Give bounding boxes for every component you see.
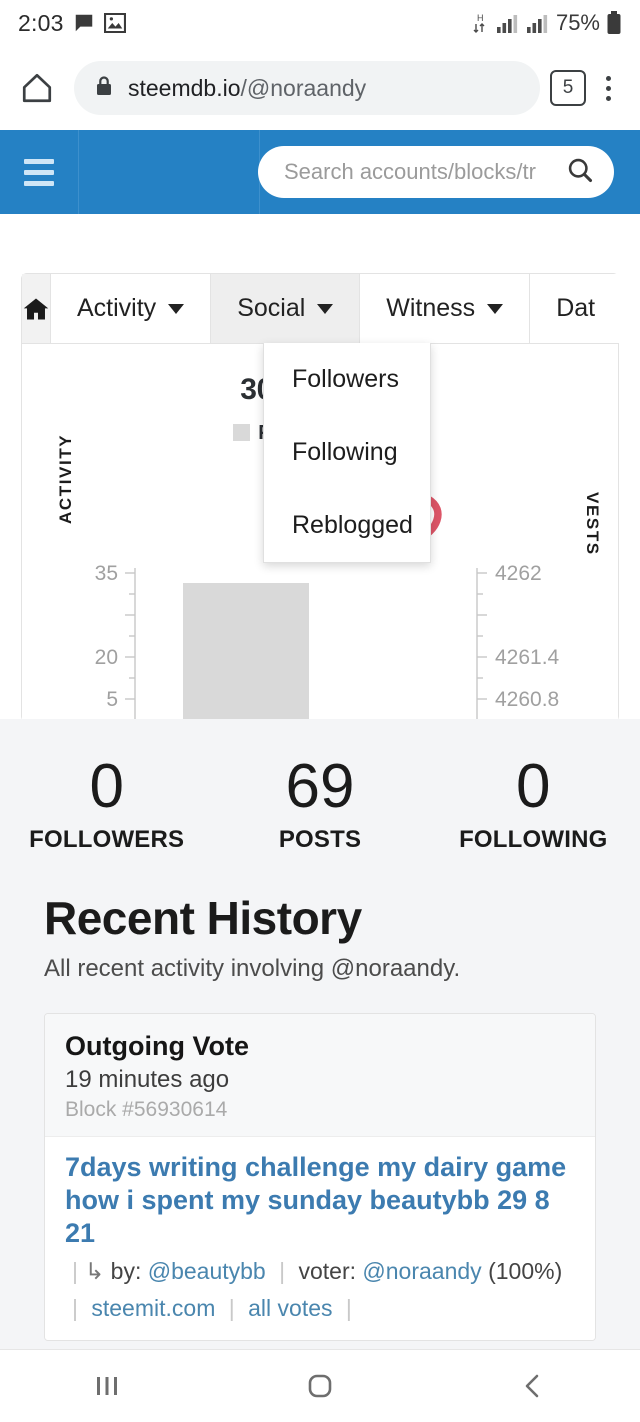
phone-screen: 2:03 H 75% steemdb.io/@noraandy 5 Search… [0, 0, 640, 1422]
history-entry-body: 7days writing challenge my dairy game ho… [45, 1137, 595, 1340]
status-clock: 2:03 [18, 9, 64, 36]
meta-divider: | [72, 1257, 78, 1284]
ytick-35: 35 [95, 562, 118, 585]
stat-following: 0 FOLLOWING [427, 756, 640, 854]
android-nav-bar [0, 1349, 640, 1422]
stat-followers: 0 FOLLOWERS [0, 756, 213, 854]
dropdown-item-followers[interactable]: Followers [264, 343, 430, 416]
home-icon[interactable] [14, 65, 60, 111]
steemit-link[interactable]: steemit.com [91, 1295, 215, 1321]
search-input[interactable]: Search accounts/blocks/tr [284, 159, 556, 185]
all-votes-link[interactable]: all votes [248, 1295, 332, 1321]
profile-tabs: Activity Social Witness Dat [22, 274, 622, 344]
ytick-20: 20 [95, 646, 118, 669]
ytick-5: 5 [106, 688, 118, 711]
meta-divider-2: | [279, 1257, 286, 1284]
chevron-down-icon [168, 303, 185, 314]
y-axis-title: ACTIVITY [56, 433, 75, 524]
meta-divider-5: | [345, 1294, 352, 1321]
history-entry-meta-1: | ↳ by: @beautybb | voter: @noraandy (100… [65, 1256, 575, 1287]
history-entry-post-link[interactable]: 7days writing challenge my dairy game ho… [65, 1151, 575, 1250]
image-icon [103, 13, 126, 33]
url-path: /@noraandy [240, 74, 367, 101]
address-bar[interactable]: steemdb.io/@noraandy [74, 61, 540, 115]
page-body: Activity Social Witness Dat 30-day a [0, 214, 640, 1349]
tab-witness-label: Witness [386, 294, 476, 322]
tab-home[interactable] [22, 274, 51, 343]
tab-witness[interactable]: Witness [360, 274, 531, 343]
status-bar-left: 2:03 [18, 10, 126, 37]
url-text: steemdb.io/@noraandy [128, 75, 366, 102]
history-entry-type: Outgoing Vote [65, 1031, 249, 1061]
profile-stats: 0 FOLLOWERS 69 POSTS 0 FOLLOWING [0, 719, 640, 891]
stat-posts-value: 69 [285, 752, 355, 821]
stat-followers-label: FOLLOWERS [29, 826, 185, 853]
recent-history-section: Recent History All recent activity invol… [0, 891, 640, 1349]
status-bar-right: H 75% [473, 10, 622, 36]
tab-count-button[interactable]: 5 [550, 70, 586, 106]
browser-toolbar: steemdb.io/@noraandy 5 [0, 46, 640, 130]
history-entry[interactable]: Outgoing Vote 19 minutes ago Block #5693… [44, 1013, 596, 1341]
hspa-data-icon: H [473, 11, 490, 35]
lock-icon [94, 74, 114, 103]
stat-following-label: FOLLOWING [459, 826, 608, 853]
url-host: steemdb.io [128, 74, 241, 101]
author-link[interactable]: @beautybb [148, 1258, 266, 1284]
subarrow-icon: ↳ [84, 1257, 105, 1284]
y2-axis-title: VESTS [583, 492, 602, 556]
message-icon [73, 12, 95, 34]
stat-posts: 69 POSTS [213, 756, 426, 854]
battery-percent: 75% [555, 10, 600, 35]
history-entry-header: Outgoing Vote 19 minutes ago Block #5693… [45, 1014, 595, 1137]
social-dropdown-menu[interactable]: Followers Following Reblogged [263, 343, 431, 563]
tab-activity[interactable]: Activity [51, 274, 212, 343]
tab-data-label: Dat [556, 294, 596, 322]
meta-divider-3: | [72, 1294, 78, 1321]
dropdown-item-following[interactable]: Following [264, 416, 430, 489]
chevron-down-icon [487, 303, 504, 314]
signal-icon-1 [496, 12, 520, 34]
signal-icon-2 [526, 12, 550, 34]
kebab-menu-icon[interactable] [590, 66, 626, 110]
tab-data[interactable]: Dat [530, 274, 622, 343]
history-entry-meta-2: | steemit.com | all votes | [65, 1293, 575, 1324]
hamburger-icon[interactable] [0, 130, 78, 214]
page-title: Recent History [44, 892, 362, 944]
stat-posts-label: POSTS [278, 826, 362, 853]
back-chevron-icon[interactable] [473, 1369, 593, 1403]
voter-label: voter: [298, 1257, 357, 1284]
meta-divider-4: | [228, 1294, 235, 1321]
tab-social-label: Social [237, 294, 306, 322]
history-subtitle: All recent activity involving @noraandy. [44, 955, 461, 982]
history-entry-block: Block #56930614 [65, 1098, 228, 1121]
y2tick-4260-8: 4260.8 [495, 688, 559, 711]
status-bar: 2:03 H 75% [0, 0, 640, 46]
site-header: Search accounts/blocks/tr [0, 130, 640, 214]
search-box[interactable]: Search accounts/blocks/tr [258, 146, 614, 198]
vote-weight: (100%) [488, 1257, 563, 1284]
chart-bar-posts [183, 583, 309, 721]
y2tick-4261-4: 4261.4 [495, 646, 560, 669]
chevron-down-icon [317, 303, 334, 314]
svg-text:H: H [477, 13, 484, 23]
tab-activity-label: Activity [77, 294, 157, 322]
stat-following-value: 0 [516, 752, 551, 821]
battery-icon [606, 11, 622, 35]
voter-link[interactable]: @noraandy [362, 1258, 481, 1284]
by-label: by: [110, 1257, 142, 1284]
stat-followers-value: 0 [89, 752, 124, 821]
dropdown-item-reblogged[interactable]: Reblogged [264, 489, 430, 562]
home-icon [23, 298, 49, 319]
history-entry-timestamp: 19 minutes ago [65, 1066, 230, 1093]
y2tick-4262: 4262 [495, 562, 542, 585]
tab-social[interactable]: Social [211, 274, 361, 343]
recents-icon[interactable] [47, 1369, 167, 1403]
search-icon[interactable] [566, 156, 594, 189]
header-divider [78, 130, 79, 214]
home-square-icon[interactable] [260, 1369, 380, 1403]
